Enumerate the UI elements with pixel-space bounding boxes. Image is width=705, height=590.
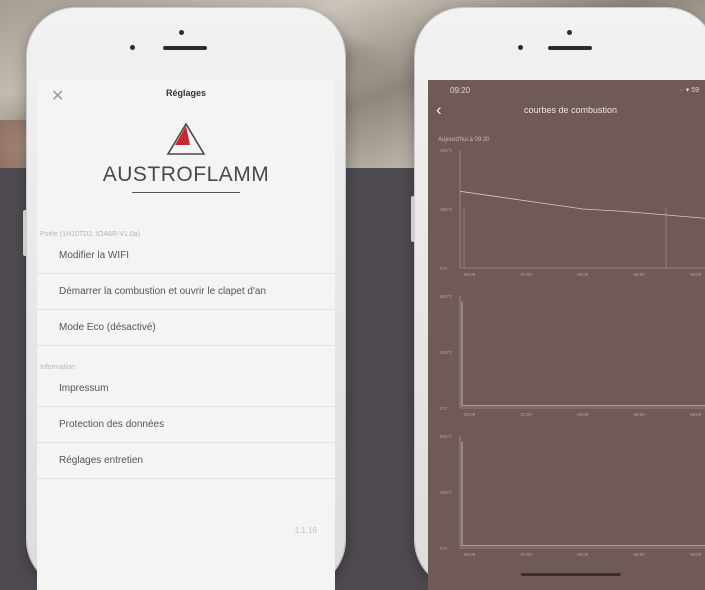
chart-series-line [461, 441, 705, 547]
chart-y-tick-label: 0°C [440, 406, 448, 411]
chart-x-tick-label: 07:00 [521, 552, 533, 557]
app-version: 1.1.16 [294, 526, 317, 535]
chart-x-tick-label: 07:00 [521, 272, 533, 277]
chart-x-tick-label: 08:00 [577, 412, 589, 417]
chart-y-tick-label: 400°C [440, 350, 453, 355]
settings-nav-bar: ✕ Réglages [37, 80, 335, 116]
menu-item-eco-mode[interactable]: Mode Eco (désactivé) [37, 310, 335, 346]
info-menu: Impressum Protection des données Réglage… [37, 371, 335, 479]
chart-x-tick-label: 08:00 [577, 552, 589, 557]
chart-x-tick-label: 08:00 [634, 272, 646, 277]
chart-x-tick-label: 06:00 [464, 272, 476, 277]
chart-series-line [459, 190, 705, 219]
menu-item-wifi[interactable]: Modifier la WIFI [37, 238, 335, 274]
camera-icon [179, 30, 184, 35]
settings-screen: ✕ Réglages AUSTROFLAMM Poële (1H10TD2, I… [37, 80, 335, 590]
sensor-icon [130, 45, 135, 50]
chart-x-tick-label: 09:00 [690, 552, 702, 557]
device-section-label: Poële (1H10TD2, IOA6R-V1.0a) [40, 231, 140, 238]
phone-left: ✕ Réglages AUSTROFLAMM Poële (1H10TD2, I… [23, 8, 345, 590]
combustion-charts: 400°C 200°C 0°C 06:00 07:00 08:00 08:00 09:00 80… [440, 148, 705, 557]
brand-logo: AUSTROFLAMM [37, 122, 335, 193]
home-indicator[interactable] [521, 573, 621, 576]
chart-y-tick-label: 200°C [440, 207, 453, 212]
chart-y-tick-label: 800°C [440, 434, 453, 439]
chart-x-tick-label: 07:00 [521, 412, 533, 417]
chart-y-tick-label: 0°C [440, 266, 448, 271]
chart-x-tick-label: 09:00 [690, 412, 702, 417]
chart-y-tick-label: 400°C [440, 490, 453, 495]
camera-icon [567, 30, 572, 35]
chart-x-tick-label: 06:00 [464, 412, 476, 417]
volume-button [411, 196, 415, 242]
speaker-grille [163, 46, 207, 50]
chart-x-tick-label: 08:00 [577, 272, 589, 277]
phone-right: 09:20 ∙∙ ▾ 59 ‹ courbes de combustion Au… [411, 8, 705, 590]
menu-item-impressum[interactable]: Impressum [37, 371, 335, 407]
volume-button [23, 210, 27, 256]
chart-series-line [461, 301, 705, 407]
flame-triangle-icon [166, 122, 206, 155]
chart-x-tick-label: 09:00 [690, 272, 702, 277]
info-section-label: Information [40, 364, 76, 371]
chart-x-tick-label: 06:00 [464, 552, 476, 557]
chart-y-tick-label: 400°C [440, 148, 453, 153]
menu-item-start-combustion[interactable]: Démarrer la combustion et ouvrir le clap… [37, 274, 335, 310]
speaker-grille [548, 46, 592, 50]
sensor-icon [518, 45, 523, 50]
chart-y-tick-label: 0°C [440, 546, 448, 551]
menu-item-privacy[interactable]: Protection des données [37, 407, 335, 443]
brand-wordmark: AUSTROFLAMM [102, 163, 270, 186]
chart-x-tick-label: 08:00 [634, 412, 646, 417]
chart-y-tick-label: 800°C [440, 294, 453, 299]
brand-underline [132, 192, 240, 193]
menu-item-maintenance[interactable]: Réglages entretien [37, 443, 335, 479]
combustion-curves-screen: 09:20 ∙∙ ▾ 59 ‹ courbes de combustion Au… [428, 80, 705, 590]
chart-x-tick-label: 08:00 [634, 552, 646, 557]
device-menu: Modifier la WIFI Démarrer la combustion … [37, 238, 335, 346]
page-title: Réglages [165, 88, 207, 98]
